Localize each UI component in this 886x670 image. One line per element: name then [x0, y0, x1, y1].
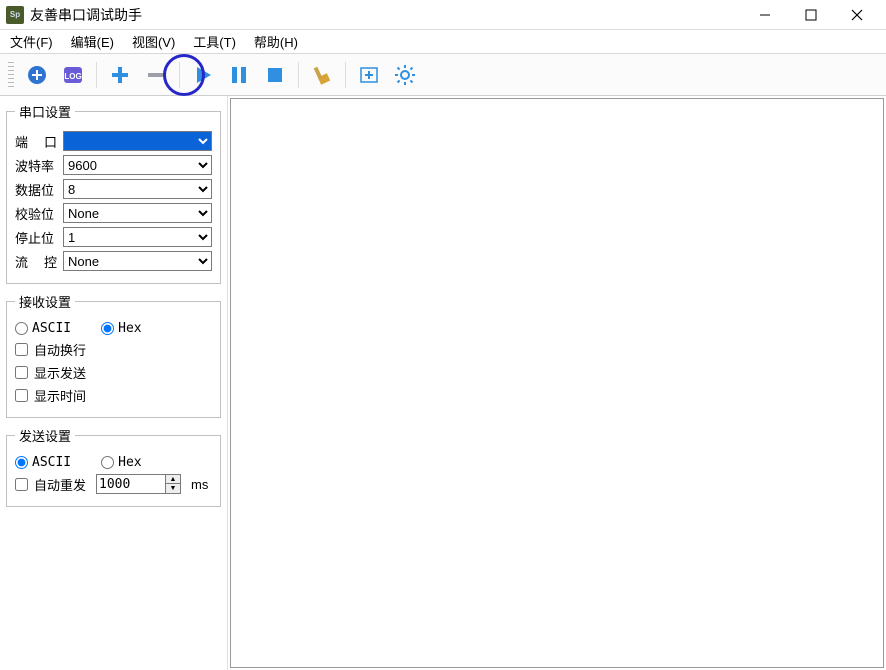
toolbar-play-icon[interactable] [188, 60, 218, 90]
menu-edit[interactable]: 编辑(E) [67, 30, 118, 53]
toolbar-add-icon[interactable] [22, 60, 52, 90]
check-auto-wrap[interactable]: 自动换行 [15, 340, 212, 359]
select-flowctrl[interactable]: None [63, 251, 212, 271]
close-button[interactable] [834, 1, 880, 29]
label-ms-unit: ms [191, 477, 208, 492]
menu-tools[interactable]: 工具(T) [189, 30, 240, 53]
label-port: 端口 [15, 132, 57, 151]
toolbar-plus-icon[interactable] [105, 60, 135, 90]
toolbar-newtab-icon[interactable] [354, 60, 384, 90]
toolbar-grip[interactable] [8, 62, 14, 88]
receive-text-area[interactable] [230, 98, 884, 668]
menu-view[interactable]: 视图(V) [128, 30, 179, 53]
radio-recv-ascii[interactable]: ASCII [15, 321, 71, 336]
spin-down[interactable]: ▼ [166, 484, 180, 493]
spin-up[interactable]: ▲ [166, 475, 180, 484]
group-serial-legend: 串口设置 [15, 102, 75, 121]
app-title: 友善串口调试助手 [30, 5, 142, 25]
check-show-time[interactable]: 显示时间 [15, 386, 212, 405]
group-serial-settings: 串口设置 端口 波特率 9600 数据位 8 校验位 None 停止位 [6, 102, 221, 284]
minimize-button[interactable] [742, 1, 788, 29]
toolbar: LOG [0, 54, 886, 96]
group-recv-legend: 接收设置 [15, 292, 75, 311]
toolbar-minus-icon[interactable] [141, 60, 171, 90]
group-recv-settings: 接收设置 ASCII Hex 自动换行 显示发送 显示时间 [6, 292, 221, 418]
check-auto-resend[interactable]: 自动重发 [15, 475, 86, 494]
svg-text:LOG: LOG [64, 72, 81, 81]
maximize-button[interactable] [788, 1, 834, 29]
menubar: 文件(F) 编辑(E) 视图(V) 工具(T) 帮助(H) [0, 30, 886, 54]
radio-send-ascii[interactable]: ASCII [15, 455, 71, 470]
toolbar-pause-icon[interactable] [224, 60, 254, 90]
radio-recv-hex[interactable]: Hex [101, 321, 141, 336]
toolbar-log-icon[interactable]: LOG [58, 60, 88, 90]
app-icon: Sp [6, 6, 24, 24]
toolbar-settings-icon[interactable] [390, 60, 420, 90]
label-stopbits: 停止位 [15, 228, 57, 247]
label-parity: 校验位 [15, 204, 57, 223]
toolbar-stop-icon[interactable] [260, 60, 290, 90]
titlebar: Sp 友善串口调试助手 [0, 0, 886, 30]
group-send-legend: 发送设置 [15, 426, 75, 445]
menu-help[interactable]: 帮助(H) [250, 30, 302, 53]
toolbar-clear-icon[interactable] [307, 60, 337, 90]
side-panel: 串口设置 端口 波特率 9600 数据位 8 校验位 None 停止位 [0, 96, 228, 670]
group-send-settings: 发送设置 ASCII Hex 自动重发 ▲ ▼ ms [6, 426, 221, 507]
select-port[interactable] [63, 131, 212, 151]
select-databits[interactable]: 8 [63, 179, 212, 199]
select-baud[interactable]: 9600 [63, 155, 212, 175]
label-databits: 数据位 [15, 180, 57, 199]
label-flowctrl: 流控 [15, 252, 57, 271]
check-show-send[interactable]: 显示发送 [15, 363, 212, 382]
radio-send-hex[interactable]: Hex [101, 455, 141, 470]
label-baud: 波特率 [15, 156, 57, 175]
select-stopbits[interactable]: 1 [63, 227, 212, 247]
input-resend-interval[interactable] [96, 474, 166, 494]
menu-file[interactable]: 文件(F) [6, 30, 57, 53]
select-parity[interactable]: None [63, 203, 212, 223]
